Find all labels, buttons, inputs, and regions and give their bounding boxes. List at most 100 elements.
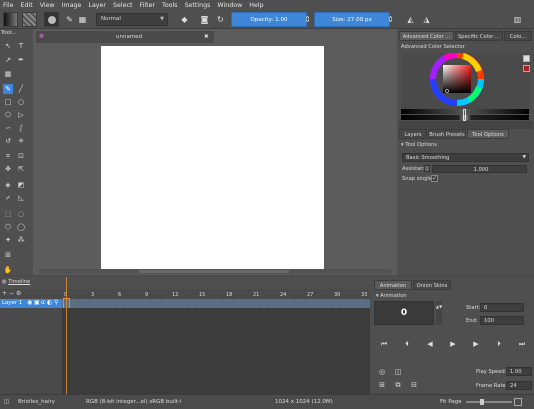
scroll-thumb[interactable]: [139, 270, 289, 273]
menu-tools[interactable]: Tools: [162, 2, 178, 9]
layer-frame-row[interactable]: [62, 299, 370, 308]
drop-frames-icon[interactable]: ◫: [392, 366, 404, 378]
polygon-select-icon[interactable]: ⬡: [3, 222, 13, 232]
onion-skin-toggle-icon[interactable]: ◎: [376, 366, 388, 378]
zoom-slider[interactable]: [466, 399, 512, 405]
select-shapes-icon[interactable]: ↖: [3, 41, 13, 51]
menu-image[interactable]: Image: [62, 2, 82, 9]
pattern-swatch[interactable]: [22, 12, 37, 27]
color-preview-icon[interactable]: [523, 65, 530, 72]
pan-hand-icon[interactable]: ✋: [3, 265, 13, 275]
color-wheel[interactable]: [401, 52, 531, 113]
dynamic-brush-icon[interactable]: ↺: [3, 136, 13, 146]
zoom-slider-handle[interactable]: [480, 399, 484, 405]
menu-window[interactable]: Window: [217, 2, 242, 9]
ellipse-tool-icon[interactable]: ○: [16, 97, 26, 107]
remove-keyframe-icon[interactable]: ⊟: [408, 379, 420, 391]
brush-settings-icon[interactable]: ✎: [64, 14, 75, 25]
assistant-checkbox[interactable]: [424, 165, 430, 172]
zoom-mode[interactable]: Fit Page: [440, 399, 462, 405]
tab-advanced-color[interactable]: Advanced Color ...: [399, 31, 454, 41]
previous-keyframe-icon[interactable]: ⏴: [401, 338, 413, 350]
text-tool-icon[interactable]: T: [16, 41, 26, 51]
blend-mode-combo[interactable]: Normal ▼: [96, 13, 168, 26]
opacity-spin-icon[interactable]: ⇕: [302, 14, 313, 25]
line-tool-icon[interactable]: ╱: [16, 84, 26, 94]
opacity-slider[interactable]: Opacity: 1.00: [231, 12, 307, 27]
drawing-canvas[interactable]: [101, 46, 324, 269]
frame-spinner[interactable]: ▲▼: [436, 301, 442, 325]
ellipse-select-icon[interactable]: ◌: [16, 209, 26, 219]
menu-settings[interactable]: Settings: [185, 2, 211, 9]
crop-tool-icon[interactable]: ⌗: [3, 151, 13, 161]
play-icon[interactable]: ▶: [447, 338, 459, 350]
document-tab[interactable]: ❁ unnamed ✖: [36, 31, 214, 43]
tab-layers[interactable]: Layers: [399, 129, 427, 139]
preset-chooser-icon[interactable]: ▦: [77, 14, 88, 25]
frames-area-empty[interactable]: [62, 308, 370, 394]
alpha-lock-icon[interactable]: α: [41, 299, 45, 306]
polygon-tool-icon[interactable]: ⬠: [3, 110, 13, 120]
brush-preset-swatch[interactable]: [44, 12, 59, 27]
add-keyframe-icon[interactable]: ⊞: [376, 379, 388, 391]
tab-brush-presets[interactable]: Brush Presets: [428, 129, 466, 139]
pin-icon[interactable]: ⚲: [54, 299, 58, 306]
settings-icon[interactable]: ⚙: [16, 290, 21, 297]
measure-tool-icon[interactable]: ◺: [16, 193, 26, 203]
reload-preset-icon[interactable]: ↻: [215, 14, 226, 25]
preserve-alpha-icon[interactable]: ◙: [199, 14, 210, 25]
eraser-icon[interactable]: ◆: [179, 14, 190, 25]
color-picker-icon[interactable]: ⌿: [3, 193, 13, 203]
menu-edit[interactable]: Edit: [21, 2, 33, 9]
docker-splitter[interactable]: [399, 121, 533, 129]
assistant-tool-icon[interactable]: ⊞: [3, 250, 13, 260]
fill-pattern-icon[interactable]: ▦: [3, 69, 13, 79]
start-input[interactable]: 0: [480, 303, 524, 312]
size-slider[interactable]: Size: 27.00 px: [314, 12, 390, 27]
next-keyframe-icon[interactable]: ⏵: [493, 338, 505, 350]
calligraphy-icon[interactable]: ✒: [16, 55, 26, 65]
menu-select[interactable]: Select: [113, 2, 132, 9]
freehand-path-icon[interactable]: ∫: [16, 123, 26, 133]
edit-shapes-icon[interactable]: ↗: [3, 55, 13, 65]
snap-single-checkbox[interactable]: ✓: [431, 175, 438, 182]
menu-file[interactable]: File: [3, 2, 14, 9]
tab-tool-options[interactable]: Tool Options: [467, 129, 509, 139]
polyline-tool-icon[interactable]: ▷: [16, 110, 26, 120]
layer-row-header[interactable]: Layer 1 ◉ ▣ α ◐ ⚲: [0, 299, 62, 308]
menu-view[interactable]: View: [40, 2, 55, 9]
previous-frame-icon[interactable]: ◀: [424, 338, 436, 350]
color-space[interactable]: RGB (8-bit integer...el) sRGB built-i: [86, 399, 182, 405]
pan-tool-icon[interactable]: ⇱: [16, 164, 26, 174]
add-layer-icon[interactable]: +: [2, 290, 7, 297]
tab-specific-color[interactable]: Specific Color ...: [455, 31, 503, 41]
last-frame-icon[interactable]: ⏭: [516, 338, 528, 350]
gradient-swatch[interactable]: [3, 12, 18, 27]
visibility-eye-icon[interactable]: ◉: [27, 299, 32, 306]
multibrush-icon[interactable]: ✳: [16, 136, 26, 146]
mirror-horizontal-icon[interactable]: ◭: [405, 14, 416, 25]
frame-ruler[interactable]: 03691215182124273033: [62, 289, 370, 299]
lock-icon[interactable]: ▣: [34, 299, 40, 306]
fullscreen-icon[interactable]: [514, 398, 522, 406]
menu-layer[interactable]: Layer: [88, 2, 106, 9]
close-icon[interactable]: ✖: [204, 31, 209, 43]
frame-rate-input[interactable]: 24: [506, 381, 532, 390]
freehand-select-icon[interactable]: ◯: [16, 222, 26, 232]
tab-onion-skins[interactable]: Onion Skins: [413, 280, 451, 290]
color-settings-icon[interactable]: [523, 55, 530, 62]
play-speed-input[interactable]: 1.00: [506, 367, 532, 376]
workspace-chooser-icon[interactable]: ▥: [512, 14, 523, 25]
copy-keyframe-icon[interactable]: ⧉: [392, 379, 404, 391]
smoothing-combo[interactable]: Basic Smoothing ▼: [402, 153, 529, 162]
color-slider-handle[interactable]: [463, 109, 466, 121]
gradient-tool-icon[interactable]: ◩: [16, 180, 26, 190]
bezier-tool-icon[interactable]: ∽: [3, 123, 13, 133]
horizontal-scrollbar[interactable]: [39, 269, 391, 274]
size-spin-icon[interactable]: ⇕: [385, 14, 396, 25]
end-input[interactable]: 100: [480, 316, 524, 325]
next-frame-icon[interactable]: ▶: [470, 338, 482, 350]
similar-select-icon[interactable]: ⁂: [16, 235, 26, 245]
current-frame-display[interactable]: 0: [374, 301, 434, 325]
move-tool-icon[interactable]: ✥: [3, 164, 13, 174]
